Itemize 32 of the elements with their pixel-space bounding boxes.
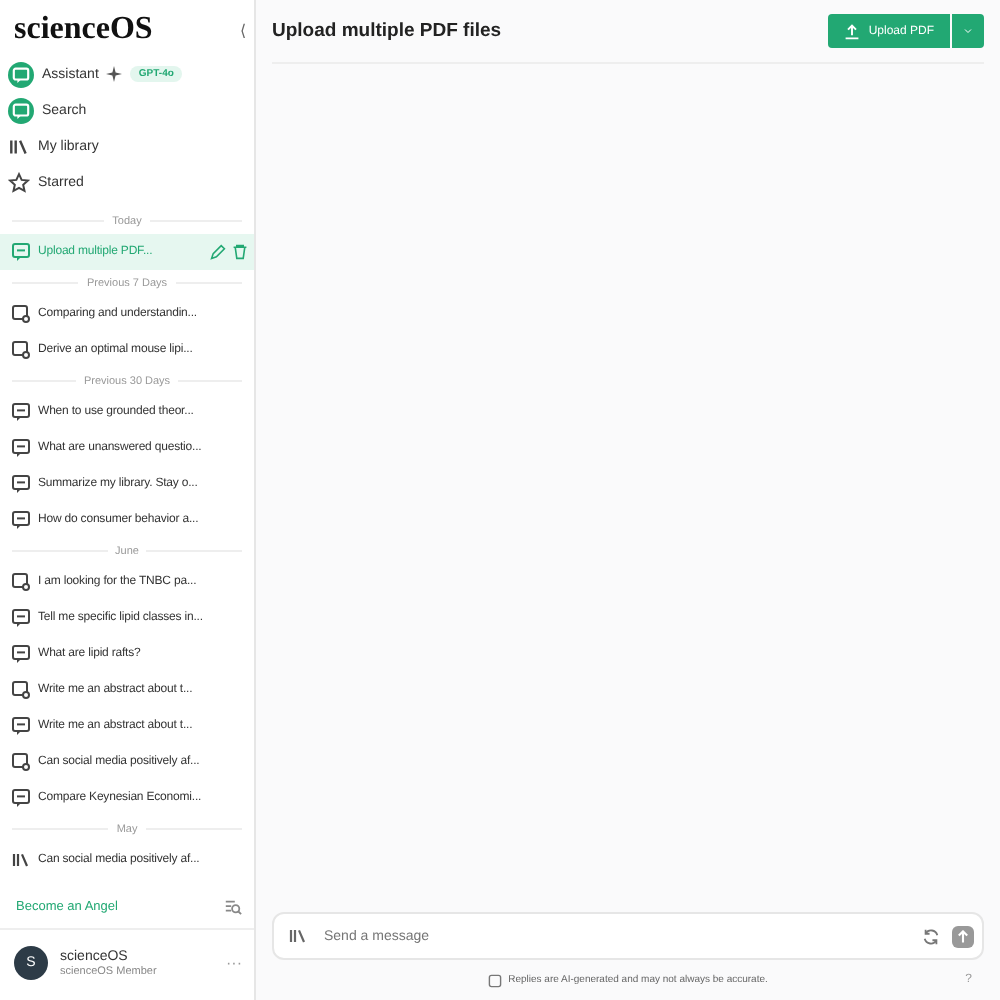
- logo: scienceOS: [14, 12, 153, 48]
- chat-icon: [10, 438, 32, 458]
- chat-icon: [10, 242, 32, 262]
- chat-icon: [10, 644, 32, 664]
- search-chat-icon: [10, 340, 32, 360]
- sparkle-icon: [106, 66, 123, 82]
- trash-icon[interactable]: [232, 244, 248, 260]
- library-icon: [288, 926, 308, 946]
- page-title: Upload multiple PDF files: [272, 20, 502, 42]
- search-chat-icon: [10, 680, 32, 700]
- search-icon[interactable]: [224, 898, 242, 916]
- search-chat-icon: [10, 304, 32, 324]
- search-chat-icon: [8, 97, 34, 123]
- upload-icon: [844, 23, 861, 39]
- chat-icon: [10, 474, 32, 494]
- chat-icon: [10, 402, 32, 422]
- search-chat-icon: [10, 572, 32, 592]
- collapse-button[interactable]: ⟨: [240, 21, 246, 39]
- chat-icon: [10, 716, 32, 736]
- search-chat-icon: [10, 752, 32, 772]
- chat-icon: [8, 61, 34, 87]
- library-icon: [10, 850, 32, 870]
- library-icon: [8, 135, 30, 157]
- edit-icon[interactable]: [210, 244, 226, 260]
- arrow-up-icon: [956, 929, 970, 943]
- chat-icon: [10, 788, 32, 808]
- refresh-icon[interactable]: [922, 927, 940, 945]
- chat-icon: [10, 510, 32, 530]
- info-icon: [488, 973, 503, 987]
- send-button[interactable]: [952, 925, 974, 947]
- star-icon: [8, 171, 30, 193]
- chat-icon: [10, 608, 32, 628]
